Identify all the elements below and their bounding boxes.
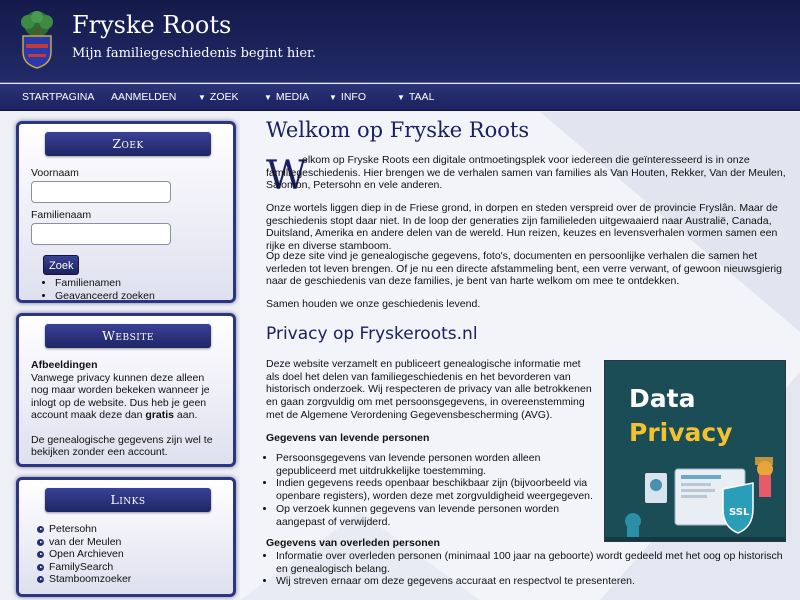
list-item: Wij streven ernaar om deze gegevens accu… (276, 575, 786, 588)
image-text-data: Data (629, 384, 695, 413)
family-tree-logo-icon[interactable] (14, 10, 60, 70)
living-persons-list: Persoonsgegevens van levende personen wo… (266, 452, 596, 528)
caret-down-icon: ▼ (198, 93, 206, 102)
nav-label: ZOEK (209, 91, 239, 103)
images-heading: Afbeeldingen (31, 359, 98, 371)
page-title: Welkom op Fryske Roots (266, 118, 530, 142)
nav-label: STARTPAGINA (22, 91, 95, 103)
image-text-privacy: Privacy (629, 418, 733, 447)
caret-down-icon: ▼ (264, 93, 272, 102)
link-van-der-meulen[interactable]: van der Meulen (27, 536, 223, 549)
link-familysearch[interactable]: FamilySearch (27, 561, 223, 574)
nav-label: MEDIA (275, 91, 310, 103)
nav-aanmelden[interactable]: AANMELDEN (111, 84, 176, 111)
website-panel-title: Website (45, 324, 211, 348)
caret-down-icon: ▼ (329, 93, 337, 102)
search-panel: Zoek Voornaam Familienaam Zoek Familiena… (16, 121, 236, 303)
ssl-badge-text: SSL (729, 507, 750, 518)
list-item: Persoonsgegevens van levende personen wo… (276, 452, 596, 477)
link-advanced-search[interactable]: Geavanceerd zoeken (55, 290, 223, 303)
images-text: Vanwege privacy kunnen deze alleen nog m… (31, 372, 223, 422)
links-list: Petersohn van der Meulen Open Archieven … (27, 523, 223, 586)
site-content-paragraph: Op deze site vind je genealogische gegev… (266, 250, 782, 288)
first-name-label: Voornaam (31, 167, 79, 179)
list-item: Op verzoek kunnen gegevens van levende p… (276, 503, 596, 528)
nav-label: INFO (340, 91, 367, 103)
link-petersohn[interactable]: Petersohn (27, 523, 223, 536)
link-familienamen[interactable]: Familienamen (55, 277, 223, 290)
first-name-input[interactable] (31, 181, 171, 203)
site-header: Fryske Roots Mijn familiegeschiedenis be… (0, 0, 800, 83)
nav-zoek[interactable]: ▼ ZOEK (198, 84, 239, 111)
roots-paragraph: Onze wortels liggen diep in de Friese gr… (266, 202, 778, 253)
last-name-input[interactable] (31, 223, 171, 245)
search-links: Familienamen Geavanceerd zoeken (55, 277, 223, 303)
data-privacy-image: Data Privacy SSL (604, 360, 786, 542)
nav-taal[interactable]: ▼ TAAL (397, 84, 434, 111)
link-open-archieven[interactable]: Open Archieven (27, 548, 223, 561)
main-nav: STARTPAGINA AANMELDEN ▼ ZOEK ▼ MEDIA ▼ INFO… (0, 84, 800, 111)
list-item: Informatie over overleden personen (mini… (276, 550, 786, 575)
last-name-label: Familienaam (31, 209, 92, 221)
links-panel: Links Petersohn van der Meulen Open Arch… (16, 477, 236, 597)
closing-paragraph: Samen houden we onze geschiedenis levend… (266, 298, 481, 310)
caret-down-icon: ▼ (397, 93, 405, 102)
nav-label: AANMELDEN (111, 91, 177, 103)
deceased-persons-heading: Gegevens van overleden personen (266, 537, 440, 549)
nav-label: TAAL (408, 91, 435, 103)
list-item: Indien gegevens reeds openbaar beschikba… (276, 477, 596, 502)
site-subtitle: Mijn familiegeschiedenis begint hier. (72, 46, 316, 61)
link-stamboomzoeker[interactable]: Stamboomzoeker (27, 573, 223, 586)
data-privacy-illustration: Data Privacy SSL (605, 361, 785, 541)
nav-media[interactable]: ▼ MEDIA (264, 84, 309, 111)
nav-info[interactable]: ▼ INFO (329, 84, 366, 111)
links-panel-title: Links (45, 488, 211, 512)
site-title[interactable]: Fryske Roots (72, 11, 231, 39)
search-panel-title: Zoek (45, 132, 211, 156)
privacy-title: Privacy op Fryskeroots.nl (266, 324, 478, 344)
nav-startpagina[interactable]: STARTPAGINA (22, 84, 94, 111)
deceased-persons-list: Informatie over overleden personen (mini… (266, 550, 786, 588)
images-text-end: aan. (174, 409, 198, 421)
website-panel: Website Afbeeldingen Vanwege privacy kun… (16, 313, 236, 467)
privacy-paragraph: Deze website verzamelt en publiceert gen… (266, 358, 592, 421)
images-text-bold: gratis (145, 409, 175, 421)
search-button[interactable]: Zoek (43, 255, 80, 275)
living-persons-heading: Gegevens van levende personen (266, 432, 430, 444)
genealogy-text: De genealogische gegevens zijn wel te be… (31, 433, 213, 459)
intro-paragraph: elkom op Fryske Roots een digitale ontmo… (266, 154, 786, 192)
